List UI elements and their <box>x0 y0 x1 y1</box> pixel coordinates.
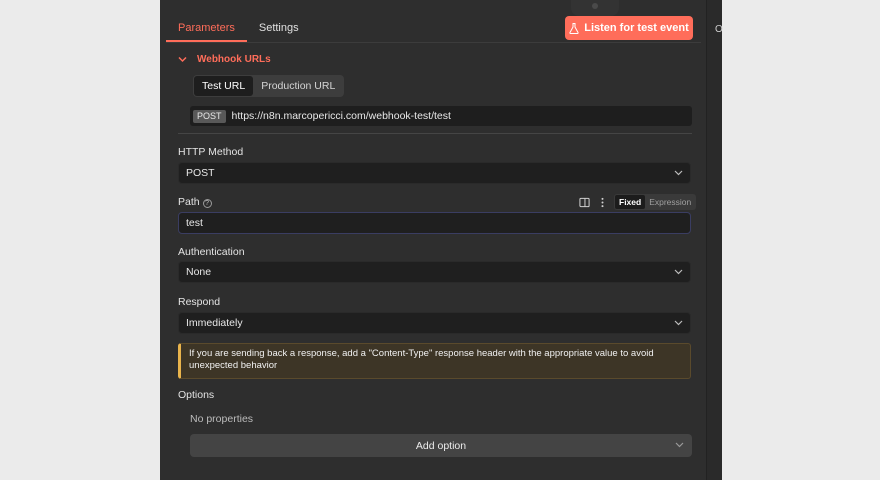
listen-button-label: Listen for test event <box>584 22 689 34</box>
webhook-url-text: https://n8n.marcopericci.com/webhook-tes… <box>231 110 451 122</box>
listen-for-test-event-button[interactable]: Listen for test event <box>565 16 693 40</box>
no-properties-text: No properties <box>190 413 254 425</box>
options-label: Options <box>178 389 215 401</box>
section-divider <box>178 133 692 134</box>
chevron-down-icon <box>674 269 683 275</box>
help-icon[interactable]: ? <box>202 199 212 208</box>
path-label: Path <box>178 196 200 208</box>
chevron-down-icon <box>674 320 683 326</box>
respond-value: Immediately <box>186 317 243 329</box>
chevron-down-icon <box>675 442 684 448</box>
authentication-value: None <box>186 266 212 278</box>
chevron-down-icon <box>674 170 683 176</box>
drag-handle[interactable] <box>571 0 619 16</box>
content-type-notice: If you are sending back a response, add … <box>178 343 691 379</box>
respond-label: Respond <box>178 296 221 308</box>
authentication-select[interactable]: None <box>178 261 691 283</box>
add-option-label: Add option <box>415 439 467 452</box>
tab-parameters[interactable]: Parameters <box>166 14 247 42</box>
panel-tabs: Parameters Settings <box>166 14 311 42</box>
webhook-urls-toggle[interactable]: Webhook URLs <box>178 54 271 65</box>
method-badge: POST <box>193 109 226 123</box>
webhook-url-display[interactable]: POST https://n8n.marcopericci.com/webhoo… <box>190 106 692 126</box>
more-vertical-icon[interactable] <box>596 196 608 208</box>
path-label-row: Path? <box>178 196 212 208</box>
mode-fixed[interactable]: Fixed <box>615 195 646 209</box>
path-field-tools: Fixed Expression <box>578 194 697 210</box>
output-panel-label: O <box>715 24 723 35</box>
panel-split-icon[interactable] <box>578 196 590 208</box>
tab-test-url[interactable]: Test URL <box>194 76 254 96</box>
mode-expression[interactable]: Expression <box>645 195 695 209</box>
output-panel-edge: O <box>706 0 723 480</box>
path-input[interactable]: test <box>178 212 691 234</box>
add-option-button[interactable]: Add option <box>190 434 692 457</box>
chevron-down-icon <box>178 56 187 63</box>
http-method-label: HTTP Method <box>178 146 244 158</box>
tab-settings[interactable]: Settings <box>247 14 311 42</box>
http-method-value: POST <box>186 167 215 179</box>
node-parameters-panel: Parameters Settings Listen for test even… <box>160 0 706 480</box>
tabs-divider <box>166 42 701 43</box>
authentication-label: Authentication <box>178 246 245 258</box>
tab-production-url[interactable]: Production URL <box>253 76 343 96</box>
flask-icon <box>569 22 579 34</box>
webhook-urls-label: Webhook URLs <box>197 54 271 65</box>
drag-handle-dot <box>592 3 598 9</box>
webhook-url-tabs: Test URL Production URL <box>193 75 345 97</box>
fixed-expression-toggle: Fixed Expression <box>614 194 697 210</box>
http-method-select[interactable]: POST <box>178 162 691 184</box>
respond-select[interactable]: Immediately <box>178 312 691 334</box>
